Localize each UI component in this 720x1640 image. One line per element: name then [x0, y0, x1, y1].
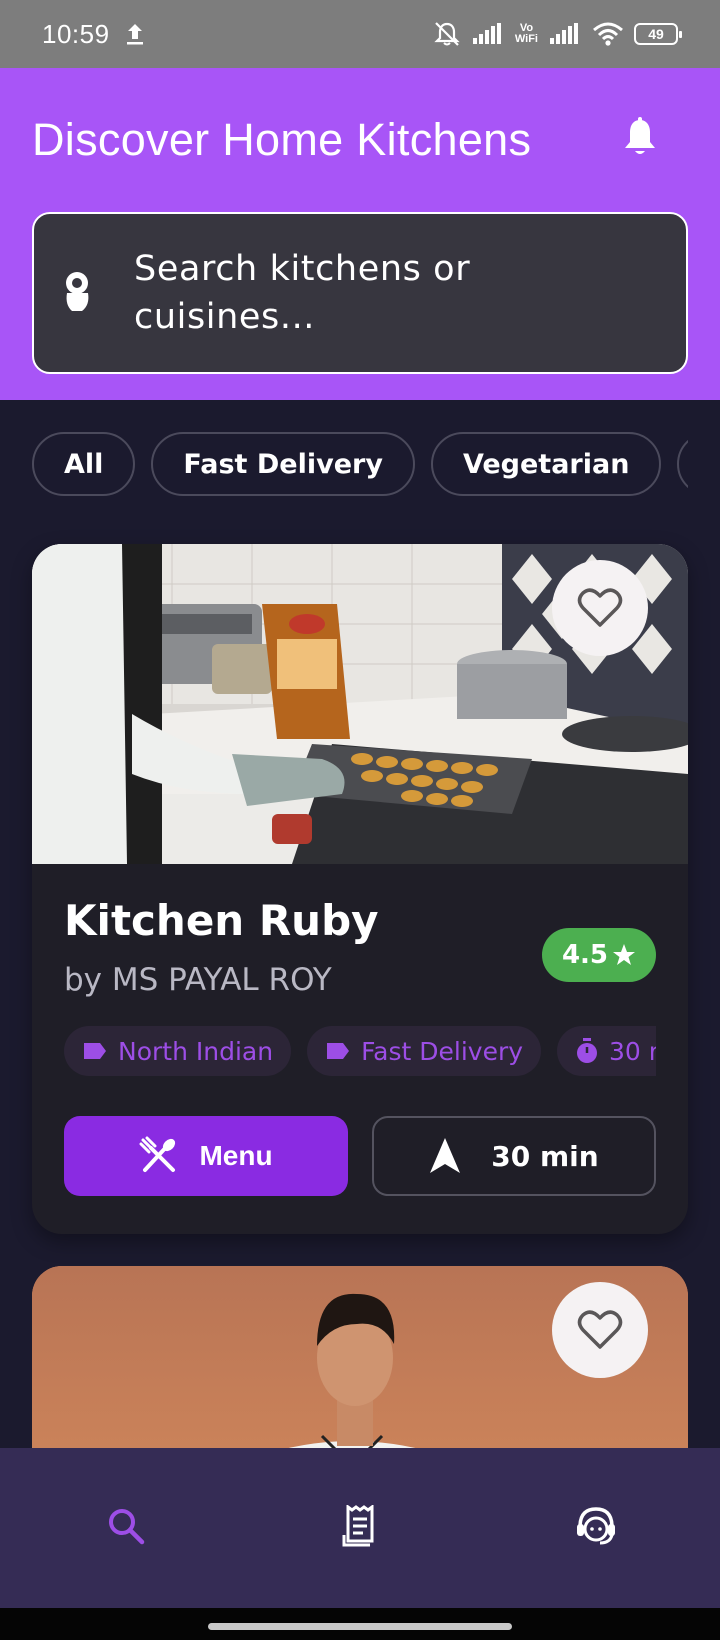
search-input[interactable]: Search kitchens or cuisines... [32, 212, 688, 374]
app-screen: 10:59 Vo WiFi 49 Discover Home Kitchens … [0, 0, 720, 1640]
heart-icon [577, 588, 623, 627]
bottom-navigation [0, 1448, 720, 1608]
kitchen-owner: by MS PAYAL ROY [64, 962, 332, 998]
header: Discover Home Kitchens Search kitchens o… [0, 68, 720, 400]
status-bar: 10:59 Vo WiFi 49 [0, 0, 720, 68]
star-icon [613, 944, 636, 965]
rating-badge: 4.5 [542, 928, 656, 982]
mute-bell-icon [434, 22, 460, 46]
menu-button-label: Menu [199, 1140, 273, 1171]
eta-button[interactable]: 30 min [372, 1116, 656, 1196]
tag-label: Fast Delivery [361, 1036, 524, 1066]
favorite-button[interactable] [552, 560, 648, 656]
kitchen-name: Kitchen Ruby [64, 896, 379, 945]
upload-icon [126, 24, 143, 45]
rating-value: 4.5 [561, 940, 609, 970]
tag-time: 30 m [557, 1026, 656, 1076]
tag-cuisine: North Indian [64, 1026, 292, 1076]
vowifi-indicator: Vo WiFi [515, 23, 538, 45]
support-agent-icon [577, 1507, 615, 1545]
nav-support[interactable] [570, 1500, 622, 1552]
tag-label: North Indian [118, 1036, 274, 1066]
nav-orders[interactable] [334, 1500, 386, 1552]
signal-icon-2 [550, 23, 578, 44]
search-placeholder: Search kitchens or cuisines... [134, 249, 471, 337]
kitchen-card[interactable]: Kitchen Ruby by MS PAYAL ROY 4.5 North I… [32, 544, 688, 1234]
favorite-button-2[interactable] [552, 1282, 648, 1378]
page-title: Discover Home Kitchens [32, 114, 532, 165]
vowifi-bottom: WiFi [514, 33, 538, 45]
nav-search[interactable] [100, 1500, 152, 1552]
wifi-icon [593, 22, 623, 46]
eta-label: 30 min [491, 1139, 599, 1173]
heart-icon [577, 1310, 623, 1349]
search-icon [109, 1509, 145, 1545]
battery-indicator: 49 [634, 23, 682, 45]
filter-chips: All Fast Delivery Vegetarian [32, 432, 688, 496]
kitchen-tags: North Indian Fast Delivery 30 m [64, 1026, 656, 1076]
location-pin-icon [66, 272, 89, 311]
chip-all[interactable]: All [32, 432, 136, 496]
chip-vegetarian[interactable]: Vegetarian [430, 432, 662, 496]
navigation-arrow-icon [430, 1138, 461, 1173]
chip-fast-delivery[interactable]: Fast Delivery [151, 432, 415, 496]
signal-icon [472, 23, 501, 44]
chip-more[interactable] [677, 432, 688, 496]
timer-icon [577, 1038, 598, 1063]
tag-delivery: Fast Delivery [307, 1026, 542, 1076]
status-time: 10:59 [42, 18, 110, 49]
tag-label: 30 m [609, 1036, 656, 1066]
receipt-icon [342, 1505, 374, 1547]
status-icons: Vo WiFi 49 [433, 20, 682, 48]
menu-button[interactable]: Menu [64, 1116, 348, 1196]
fork-spoon-icon [139, 1136, 176, 1172]
label-icon [84, 1043, 106, 1059]
notification-bell-icon[interactable] [620, 116, 660, 160]
label-icon [327, 1043, 350, 1059]
home-indicator[interactable] [208, 1623, 512, 1630]
